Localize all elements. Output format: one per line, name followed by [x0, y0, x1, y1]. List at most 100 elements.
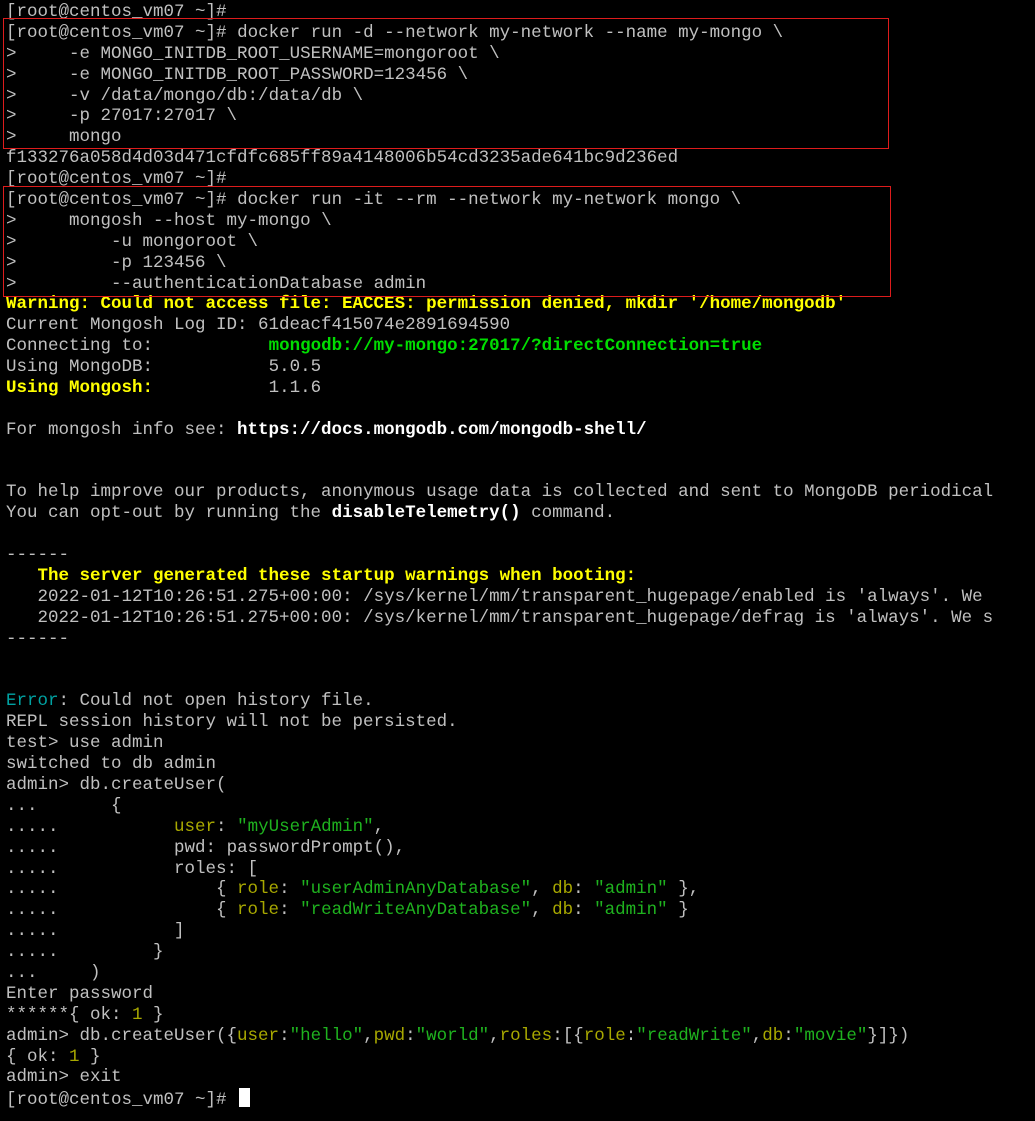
shell-prompt: [root@centos_vm07 ~]# — [6, 190, 227, 211]
db-key: db — [762, 1025, 784, 1046]
continuation-marker: > — [6, 106, 17, 127]
db-value: "admin" — [594, 900, 668, 921]
continuation-line: > mongosh --host my-mongo \ — [6, 211, 1035, 232]
db-value: "admin" — [594, 879, 668, 900]
mongosh-version-line: Using Mongosh: 1.1.6 — [6, 378, 1035, 399]
create-user-line: ..... { role: "userAdminAnyDatabase", db… — [6, 879, 700, 900]
role-value: "readWrite" — [636, 1025, 752, 1046]
connecting-label: Connecting to: — [6, 336, 154, 357]
continuation-marker: > — [6, 273, 17, 294]
create-user-line: ..... roles: [ — [6, 858, 259, 879]
continuation-marker: > — [6, 64, 17, 85]
prompt-line: [root@centos_vm07 ~]# — [6, 169, 1035, 190]
prompt-line: [root@centos_vm07 ~]# — [6, 2, 1035, 23]
continuation-line: > mongo — [6, 127, 1035, 148]
final-prompt-line: [root@centos_vm07 ~]# — [6, 1088, 1035, 1110]
telemetry-command: disableTelemetry() — [331, 503, 521, 524]
command-line: [root@centos_vm07 ~]# docker run -it --r… — [6, 190, 1035, 211]
shell-prompt: [root@centos_vm07 ~]# — [6, 2, 227, 22]
command-text: -p 123456 \ — [111, 252, 227, 273]
separator: ------ — [6, 545, 70, 566]
create-user-line: ... { — [6, 795, 122, 816]
create-user-line: ..... ] — [6, 921, 185, 942]
role-tail: }, — [667, 879, 700, 900]
create-user-line: ..... { role: "readWriteAnyDatabase", db… — [6, 900, 689, 921]
create-user-line: admin> db.createUser( — [6, 774, 227, 795]
mongodb-version-line: Using MongoDB: 5.0.5 — [6, 357, 1035, 378]
telemetry-suffix: command. — [520, 503, 616, 524]
continuation-marker: > — [6, 210, 17, 231]
command-text: -e MONGO_INITDB_ROOT_PASSWORD=123456 \ — [69, 64, 469, 85]
info-prefix: For mongosh info see: — [6, 419, 238, 440]
roles-key: roles — [499, 1025, 553, 1046]
terminal-window[interactable]: [root@centos_vm07 ~]# [root@centos_vm07 … — [0, 0, 1035, 1121]
inline-tail: }]}) — [867, 1025, 910, 1046]
roles-open: : [ — [226, 858, 259, 879]
shell-prompt: [root@centos_vm07 ~]# — [6, 22, 227, 43]
command-text: -u mongoroot \ — [111, 231, 259, 252]
command-text: mongo — [69, 127, 122, 148]
command-text: -e MONGO_INITDB_ROOT_USERNAME=mongoroot … — [69, 43, 500, 64]
role-key: role — [583, 1025, 626, 1046]
telemetry-optout: You can opt-out by running the disableTe… — [6, 503, 1035, 524]
role-key: role — [237, 900, 280, 921]
continuation-marker: > — [6, 43, 17, 64]
repl-note: REPL session history will not be persist… — [6, 712, 458, 733]
terminal-output: [root@centos_vm07 ~]# [root@centos_vm07 … — [6, 2, 1035, 1110]
user-key: user — [174, 816, 217, 837]
pwd-value: passwordPrompt(), — [226, 837, 406, 858]
pwd-value: "world" — [415, 1025, 490, 1046]
telemetry-notice: To help improve our products, anonymous … — [6, 482, 994, 503]
continuation-marker: > — [6, 85, 17, 106]
startup-warning-text: 2022-01-12T10:26:51.275+00:00: /sys/kern… — [37, 586, 983, 607]
pwd-key: pwd — [174, 837, 206, 858]
user-value: "hello" — [289, 1025, 364, 1046]
command-text: mongosh --host my-mongo \ — [69, 210, 332, 231]
open-brace: { — [111, 795, 122, 816]
inline-prompt: admin> db.createUser({ — [6, 1025, 238, 1046]
history-error-line: Error: Could not open history file. — [6, 691, 1035, 712]
text-cursor[interactable] — [239, 1088, 251, 1108]
exit-command: admin> exit — [6, 1067, 122, 1088]
command-text: -p 27017:27017 \ — [69, 106, 238, 127]
mongodb-version-label: Using MongoDB: — [6, 357, 154, 378]
ok-prefix: { ok: — [6, 1046, 70, 1067]
enter-password-prompt: Enter password — [6, 983, 154, 1004]
ok-prefix: ******{ ok: — [6, 1004, 133, 1025]
docs-url: https://docs.mongodb.com/mongodb-shell/ — [237, 419, 647, 440]
use-admin-command: test> use admin — [6, 733, 164, 754]
pwd-key: pwd — [373, 1025, 406, 1046]
connection-url: mongodb://my-mongo:27017/?directConnecti… — [268, 336, 763, 357]
user-value: "myUserAdmin" — [237, 816, 374, 837]
role-tail: } — [667, 900, 689, 921]
ok-result: ******{ ok: 1 } — [6, 1005, 1035, 1026]
connecting-line: Connecting to: mongodb://my-mongo:27017/… — [6, 336, 1035, 357]
startup-warning: 2022-01-12T10:26:51.275+00:00: /sys/kern… — [6, 608, 1035, 629]
startup-heading-line: The server generated these startup warni… — [6, 566, 1035, 587]
close-paren: ) — [90, 962, 101, 983]
continuation-marker: > — [6, 127, 17, 148]
ok-result: { ok: 1 } — [6, 1047, 1035, 1068]
mongosh-version-label: Using Mongosh: — [6, 378, 154, 399]
role-key: role — [237, 879, 280, 900]
telemetry-prefix: You can opt-out by running the — [6, 503, 332, 524]
create-user-inline: admin> db.createUser({user:"hello",pwd:"… — [6, 1025, 910, 1046]
create-user-line: ..... } — [6, 942, 164, 963]
ok-suffix: } — [142, 1004, 164, 1025]
role-value: "readWriteAnyDatabase" — [300, 900, 532, 921]
role-value: "userAdminAnyDatabase" — [300, 879, 532, 900]
create-user-line: ... ) — [6, 962, 101, 983]
startup-heading: The server generated these startup warni… — [37, 566, 637, 587]
command-text: --authenticationDatabase admin — [111, 273, 427, 294]
roles-key: roles — [174, 858, 227, 879]
access-warning: Warning: Could not access file: EACCES: … — [6, 294, 847, 315]
command-text: docker run -it --rm --network my-network… — [237, 190, 742, 211]
shell-prompt: [root@centos_vm07 ~]# — [6, 169, 227, 190]
separator: ------ — [6, 628, 70, 649]
